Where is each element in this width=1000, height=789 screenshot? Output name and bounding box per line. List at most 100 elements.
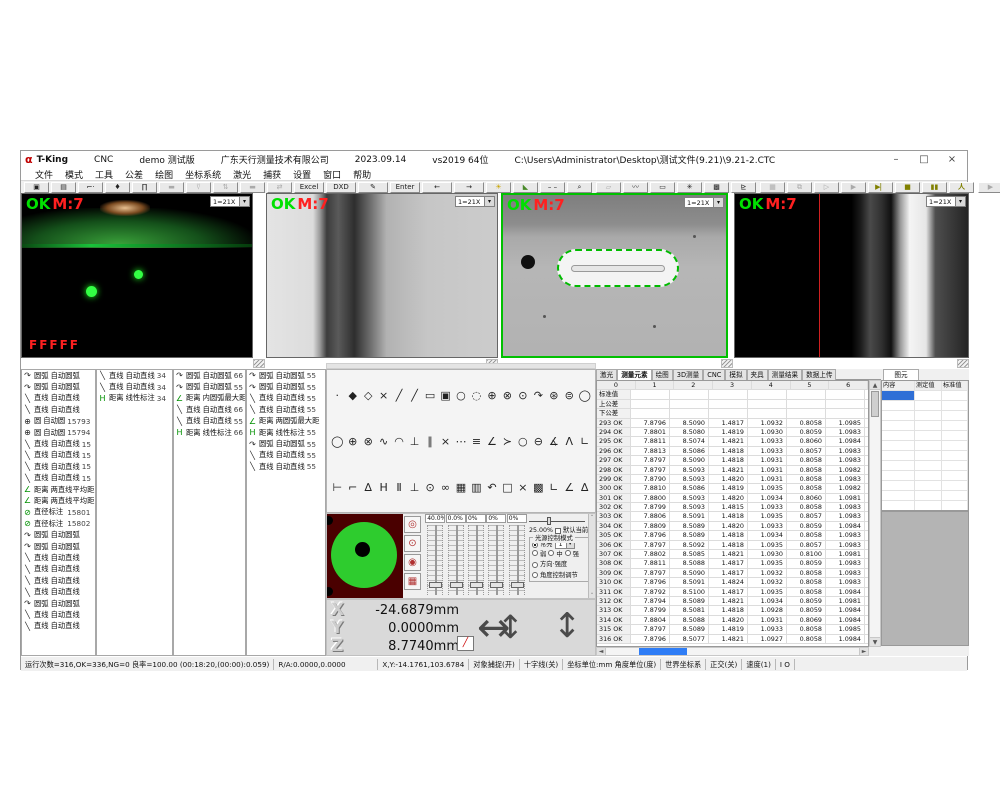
light-slider-thumb[interactable] — [511, 582, 524, 588]
measure-tool-icon[interactable]: ⊙ — [423, 480, 437, 495]
table-tab[interactable]: 测量结果 — [768, 369, 802, 380]
master-brightness-slider[interactable] — [529, 517, 589, 525]
toolbar-button[interactable]: DXD — [326, 182, 356, 193]
table-row[interactable]: 下公差 — [597, 409, 868, 418]
measure-tool-icon[interactable]: ∿ — [376, 434, 390, 449]
table-row[interactable]: 311 OK7.87928.51001.48171.09350.80581.09… — [597, 588, 868, 597]
list-item[interactable]: ╲ 直线 自动直线 15 — [22, 438, 95, 449]
measure-tool-icon[interactable]: ≡ — [469, 434, 483, 449]
table-row[interactable]: 310 OK7.87968.50911.48241.09320.80581.09… — [597, 578, 868, 587]
level-radio[interactable] — [532, 550, 538, 556]
run-control-button[interactable]: 人 — [949, 182, 974, 193]
menu-item[interactable]: 绘图 — [149, 168, 179, 181]
list-item[interactable]: ╲ 直线 自动直线 55 — [247, 450, 325, 461]
list-item[interactable]: H 距离 线性标注 34 — [97, 393, 172, 404]
measure-tool-icon[interactable]: ○ — [516, 434, 530, 449]
table-row[interactable]: 307 OK7.88028.50851.48211.09300.81001.09… — [597, 550, 868, 559]
list-item[interactable]: ⊘ 直径标注 15802 — [22, 518, 95, 529]
list-item[interactable]: ↷ 圆弧 自动圆弧 — [22, 381, 95, 392]
toolbar-button[interactable]: ✳ — [677, 182, 702, 193]
list-item[interactable]: ↷ 圆弧 自动圆弧 55 — [247, 381, 325, 392]
toolbar-button[interactable]: ⌐· — [78, 182, 103, 193]
toolbar-button[interactable]: ⌕ — [567, 182, 592, 193]
close-button[interactable]: × — [939, 153, 965, 167]
light-slider[interactable]: 0% — [486, 514, 506, 599]
run-control-button[interactable]: ▶▏ — [868, 182, 893, 193]
list-item[interactable]: ╲ 直线 自动直线 34 — [97, 370, 172, 381]
vertical-arrows-icon[interactable]: ↕ — [497, 604, 524, 650]
measure-tool-icon[interactable]: ◯ — [330, 434, 344, 449]
measure-tool-icon[interactable]: ∠ — [485, 434, 499, 449]
light-slider[interactable]: 0% — [466, 514, 486, 599]
list-item[interactable]: ╲ 直线 自动直线 34 — [97, 381, 172, 392]
level-radio[interactable] — [565, 550, 571, 556]
toolbar-button[interactable]: ⇅ — [213, 182, 238, 193]
xy-jog-pad[interactable]: ↔ ↕ — [477, 602, 543, 654]
list-item[interactable]: ╲ 直线 自动直线 — [22, 552, 95, 563]
measure-tool-icon[interactable]: Ⅱ — [392, 480, 406, 495]
detail-row[interactable] — [882, 481, 968, 491]
table-row[interactable]: 297 OK7.87978.50901.48181.09310.80581.09… — [597, 456, 868, 465]
light-slider-thumb[interactable] — [490, 582, 503, 588]
table-row[interactable]: 313 OK7.87998.50811.48181.09280.80591.09… — [597, 606, 868, 615]
toolbar-button[interactable]: ▤ — [51, 182, 76, 193]
table-row[interactable]: 298 OK7.87978.50931.48211.09310.80581.09… — [597, 466, 868, 475]
list-item[interactable]: ╲ 直线 自动直线 55 — [247, 393, 325, 404]
focus-curve-button[interactable]: ╱ — [457, 636, 474, 651]
list-item[interactable]: ∠ 距离 内圆弧最大距 — [174, 393, 245, 404]
maximize-button[interactable]: □ — [911, 153, 937, 167]
toolbar-button[interactable]: ◣ — [513, 182, 538, 193]
measure-tool-icon[interactable]: ⊜ — [562, 388, 576, 403]
measure-tool-icon[interactable]: ⊗ — [500, 388, 514, 403]
measure-tool-icon[interactable]: ▭ — [423, 388, 437, 403]
ring-segment-button[interactable]: ◉ — [404, 554, 421, 571]
toolbar-button[interactable]: Excel — [294, 182, 324, 193]
menu-item[interactable]: 窗口 — [317, 168, 347, 181]
detail-row[interactable] — [882, 401, 968, 411]
list-item[interactable]: ╲ 直线 自动直线 15 — [22, 473, 95, 484]
camera-view-1[interactable]: OKM:7 1=21X▾ FFFFF — [21, 193, 253, 358]
camera4-zoom-select[interactable]: 1=21X▾ — [926, 196, 966, 207]
list-item[interactable]: ╲ 直线 自动直线 — [22, 575, 95, 586]
toolbar-button[interactable]: ▩ — [704, 182, 729, 193]
toolbar-button[interactable]: ▭ — [650, 182, 675, 193]
list-item[interactable]: ╲ 直线 自动直线 — [22, 564, 95, 575]
scroll-left-icon[interactable]: ◄ — [597, 648, 606, 655]
measure-tool-icon[interactable]: ∆ — [361, 480, 375, 495]
camera1-zoom-select[interactable]: 1=21X▾ — [210, 196, 250, 207]
selected-cell[interactable] — [882, 391, 915, 400]
list-item[interactable]: ↷ 圆弧 自动圆弧 66 — [174, 370, 245, 381]
scroll-down-icon[interactable]: ▼ — [870, 637, 880, 646]
light-slider-thumb[interactable] — [470, 582, 483, 588]
mode-radio[interactable] — [532, 562, 538, 568]
list-item[interactable]: ╲ 直线 自动直线 — [22, 404, 95, 415]
list-item[interactable]: ╲ 直线 自动直线 — [22, 609, 95, 620]
measure-tool-icon[interactable]: ≻ — [500, 434, 514, 449]
table-tab[interactable]: 模拟 — [725, 369, 746, 380]
measure-tool-icon[interactable]: ◌ — [469, 388, 483, 403]
measure-tool-icon[interactable]: ◇ — [361, 388, 375, 403]
detail-row[interactable] — [882, 441, 968, 451]
measure-tool-icon[interactable]: ◯ — [578, 388, 592, 403]
camera3-zoom-select[interactable]: 1=21X▾ — [684, 197, 724, 208]
menu-item[interactable]: 帮助 — [347, 168, 377, 181]
options-scrollbar[interactable]: ˄ ˅ — [588, 514, 595, 599]
light-slider[interactable]: 0% — [507, 514, 527, 599]
list-item[interactable]: H 距离 线性标注 66 — [174, 427, 245, 438]
measure-tool-icon[interactable]: Λ — [562, 434, 576, 449]
light-slider-thumb[interactable] — [429, 582, 442, 588]
detail-row[interactable] — [882, 491, 968, 501]
list-item[interactable]: ⊕ 圆 自动圆 15793 — [22, 416, 95, 427]
toolbar-button[interactable]: ▣ — [24, 182, 49, 193]
table-tab[interactable]: CNC — [703, 369, 725, 380]
table-row[interactable]: 302 OK7.87998.50931.48151.09330.80581.09… — [597, 503, 868, 512]
detail-row[interactable] — [882, 431, 968, 441]
run-control-button[interactable]: ▮▮ — [922, 182, 947, 193]
measure-tool-icon[interactable]: ∆ — [578, 480, 592, 495]
menu-item[interactable]: 捕获 — [257, 168, 287, 181]
table-horizontal-scrollbar[interactable]: ◄ ► — [596, 647, 869, 656]
detail-row[interactable] — [882, 421, 968, 431]
list-item[interactable]: ╲ 直线 自动直线 — [22, 586, 95, 597]
element-detail-tab[interactable]: 图元 — [883, 369, 919, 380]
measure-tool-icon[interactable]: · — [330, 388, 344, 403]
